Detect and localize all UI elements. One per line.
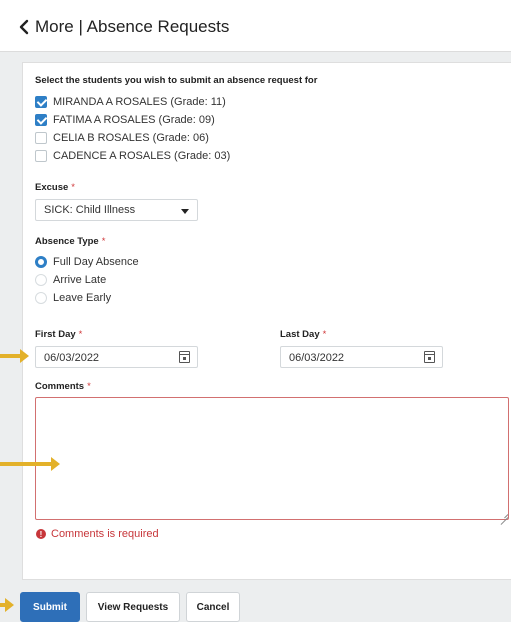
absence-type-label: Absence Type * [35, 236, 106, 247]
student-checkbox-cadence[interactable]: CADENCE A ROSALES (Grade: 03) [35, 148, 230, 164]
student-label: MIRANDA A ROSALES (Grade: 11) [53, 96, 226, 108]
first-day-label: First Day * [35, 329, 83, 340]
student-label: CELIA B ROSALES (Grade: 06) [53, 132, 209, 144]
student-select-instruction: Select the students you wish to submit a… [35, 75, 318, 86]
student-checkbox-celia[interactable]: CELIA B ROSALES (Grade: 06) [35, 130, 209, 146]
radio-arrive-late[interactable]: Arrive Late [35, 272, 106, 288]
checkbox-checked[interactable] [35, 96, 47, 108]
calendar-icon[interactable] [424, 351, 435, 363]
excuse-selected-value: SICK: Child Illness [44, 204, 136, 216]
radio-label: Arrive Late [53, 274, 107, 286]
annotation-arrow-icon [0, 457, 60, 471]
student-checkbox-fatima[interactable]: FATIMA A ROSALES (Grade: 09) [35, 112, 215, 128]
radio-label: Leave Early [53, 292, 112, 304]
required-marker: * [78, 329, 83, 340]
required-marker: * [101, 236, 106, 247]
cancel-button[interactable]: Cancel [186, 592, 240, 622]
submit-button[interactable]: Submit [20, 592, 80, 622]
comments-textarea[interactable] [35, 397, 509, 520]
radio-unselected[interactable] [35, 292, 47, 304]
student-label: FATIMA A ROSALES (Grade: 09) [53, 114, 215, 126]
radio-selected[interactable] [35, 256, 47, 268]
student-label: CADENCE A ROSALES (Grade: 03) [53, 150, 231, 162]
view-requests-button[interactable]: View Requests [86, 592, 180, 622]
radio-leave-early[interactable]: Leave Early [35, 290, 111, 306]
first-day-input[interactable]: 06/03/2022 [35, 346, 198, 368]
page-header: More | Absence Requests [0, 0, 511, 52]
chevron-left-icon[interactable] [18, 19, 30, 35]
required-marker: * [71, 182, 75, 193]
resize-grip-icon[interactable] [500, 510, 508, 518]
required-marker: * [322, 329, 327, 340]
last-day-label: Last Day * [280, 329, 327, 340]
error-text: Comments is required [51, 528, 159, 540]
radio-unselected[interactable] [35, 274, 47, 286]
comments-label: Comments * [35, 381, 91, 392]
checkbox-unchecked[interactable] [35, 150, 47, 162]
calendar-icon[interactable] [179, 351, 190, 363]
student-checkbox-miranda[interactable]: MIRANDA A ROSALES (Grade: 11) [35, 94, 226, 110]
radio-full-day-absence[interactable]: Full Day Absence [35, 254, 139, 270]
radio-label: Full Day Absence [53, 256, 139, 268]
excuse-select[interactable]: SICK: Child Illness [35, 199, 198, 221]
page-title: More | Absence Requests [35, 17, 230, 36]
checkbox-unchecked[interactable] [35, 132, 47, 144]
error-icon: ! [36, 529, 46, 539]
last-day-value: 06/03/2022 [289, 352, 345, 364]
comments-error-message: ! Comments is required [36, 528, 159, 540]
first-day-value: 06/03/2022 [44, 352, 100, 364]
annotation-arrow-icon [0, 349, 29, 363]
checkbox-checked[interactable] [35, 114, 47, 126]
annotation-arrow-icon [0, 598, 14, 612]
excuse-label: Excuse * [35, 182, 75, 193]
last-day-input[interactable]: 06/03/2022 [280, 346, 443, 368]
caret-down-icon [181, 209, 189, 214]
required-marker: * [87, 381, 91, 392]
